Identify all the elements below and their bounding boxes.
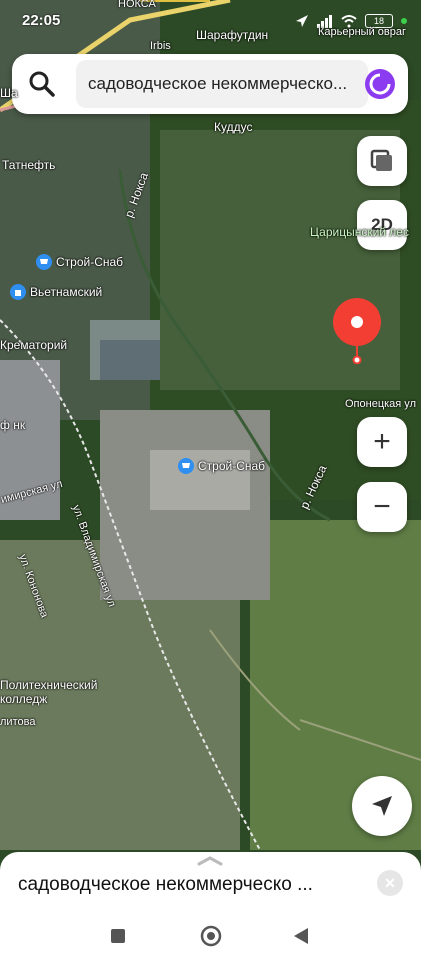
layers-icon [370, 149, 392, 171]
poi-tatneft[interactable]: Татнефть [2, 158, 55, 172]
zoom-out-button[interactable]: − [357, 482, 407, 532]
label-fnk: ф нк [0, 418, 26, 432]
poi-label: Татнефть [2, 158, 56, 172]
search-input[interactable]: садоводческое некоммерческо... [76, 60, 368, 108]
location-marker[interactable] [332, 298, 382, 364]
label-lito: литова [0, 716, 36, 728]
poi-label: Вьетнамский [30, 285, 103, 299]
label-noksa-top: НОКСА [118, 0, 156, 10]
status-time: 22:05 [22, 12, 61, 29]
search-icon[interactable] [26, 68, 58, 100]
search-bar[interactable]: садоводческое некоммерческо... [12, 54, 408, 114]
poi-label: Строй-Снаб [198, 459, 266, 473]
close-button[interactable]: ✕ [377, 870, 403, 896]
label-tsaritsyn: Царицынский лес [310, 225, 409, 239]
label-irbis: Irbis [150, 40, 171, 52]
poi-stroy-snab-2[interactable]: Строй-Снаб [178, 458, 265, 474]
poi-label: Строй-Снаб [56, 255, 124, 269]
close-icon: ✕ [384, 874, 396, 891]
location-arrow-icon [296, 15, 308, 27]
navigation-arrow-icon [372, 796, 392, 816]
shop-icon [36, 254, 52, 270]
search-query: садоводческое некоммерческо... [88, 74, 348, 93]
label-crematorium: Крематорий [0, 338, 68, 352]
notification-dot [401, 18, 407, 24]
label-kuddus: Куддус [214, 120, 253, 134]
layers-button[interactable] [357, 136, 407, 186]
zoom-in-button[interactable]: + [357, 417, 407, 467]
label-politech: Политехнический колледж [0, 678, 98, 706]
label-karierny: Карьерный овраг [318, 26, 406, 38]
shop-icon [178, 458, 194, 474]
home-button[interactable] [200, 925, 222, 947]
back-button[interactable] [292, 926, 310, 946]
label-sha: Ша [0, 86, 18, 100]
alice-assistant-icon[interactable] [364, 68, 396, 100]
poi-stroy-snab-1[interactable]: Строй-Снаб [36, 254, 123, 270]
minus-icon: − [373, 490, 391, 523]
label-opoletskaya: Опонецкая ул [345, 398, 416, 410]
poi-vietnam[interactable]: Вьетнамский [10, 284, 102, 300]
recent-apps-button[interactable] [110, 928, 126, 944]
my-location-button[interactable] [352, 776, 412, 836]
android-nav-bar [0, 912, 421, 960]
drag-handle-icon[interactable] [197, 856, 223, 866]
shopping-bag-icon [10, 284, 26, 300]
label-sharafutdin: Шарафутдин [196, 28, 269, 42]
place-title: садоводческое некоммерческо ... [18, 874, 313, 895]
plus-icon: + [373, 425, 391, 458]
